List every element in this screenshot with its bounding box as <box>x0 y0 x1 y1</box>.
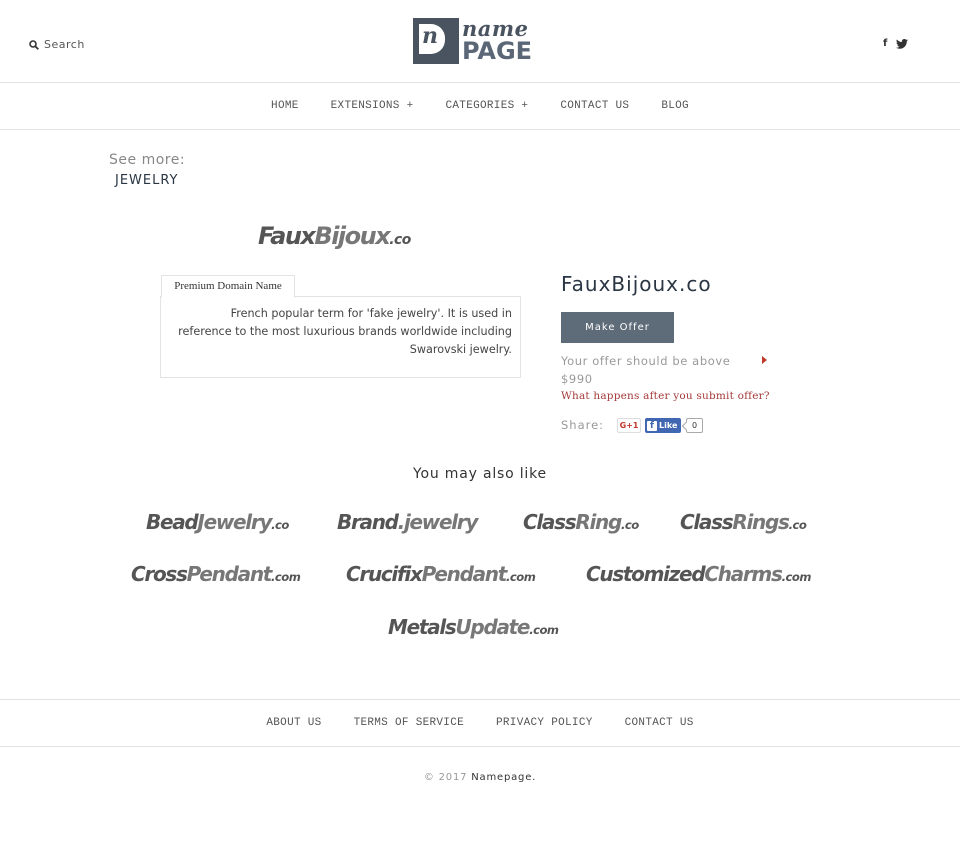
related-domain-link[interactable]: CrucifixPendant.com <box>346 562 536 586</box>
offer-minimum-note: Your offer should be above $990 <box>561 354 731 386</box>
nav-blog[interactable]: BLOG <box>661 100 689 112</box>
facebook-icon[interactable]: f <box>883 38 887 49</box>
description-panel: French popular term for 'fake jewelry'. … <box>160 296 521 378</box>
logo-name-text: name <box>462 15 529 41</box>
see-more-category-link[interactable]: JEWELRY <box>115 173 179 188</box>
related-domain-link[interactable]: CrossPendant.com <box>131 562 301 586</box>
related-domain-link[interactable]: ClassRings.co <box>680 510 807 534</box>
nav-categories[interactable]: CATEGORIES + <box>445 100 528 112</box>
domain-logo: FauxBijoux.co <box>258 222 411 250</box>
see-more-label: See more: <box>109 152 186 168</box>
fb-like-label: Like <box>659 421 678 430</box>
related-domain-link[interactable]: MetalsUpdate.com <box>388 615 559 639</box>
domain-description: French popular term for 'fake jewelry'. … <box>178 307 512 356</box>
copyright: © 2017 Namepage. <box>423 772 537 783</box>
facebook-icon: f <box>647 420 657 431</box>
share-label: Share: <box>561 418 605 432</box>
social-links: f <box>883 38 909 49</box>
search-label: Search <box>44 38 85 51</box>
nav-extensions[interactable]: EXTENSIONS + <box>331 100 414 112</box>
related-domain-link[interactable]: BeadJewelry.co <box>146 510 289 534</box>
site-header: Search n name PAGE f <box>0 0 960 83</box>
main-nav: HOME EXTENSIONS + CATEGORIES + CONTACT U… <box>0 83 960 130</box>
nav-contact-us[interactable]: CONTACT US <box>560 100 629 112</box>
related-domain-link[interactable]: Brand.jewelry <box>337 510 478 534</box>
logo-mark: n <box>413 18 459 64</box>
related-domain-link[interactable]: CustomizedCharms.com <box>586 562 811 586</box>
footer-about-us[interactable]: ABOUT US <box>266 717 321 729</box>
nav-home[interactable]: HOME <box>271 100 299 112</box>
twitter-icon[interactable] <box>896 38 909 49</box>
logo-page-text: PAGE <box>462 36 533 65</box>
footer-contact-us[interactable]: CONTACT US <box>625 717 694 729</box>
facebook-like-button[interactable]: f Like <box>645 418 681 433</box>
search-icon <box>29 39 39 50</box>
search-button[interactable]: Search <box>29 38 85 51</box>
brand-link[interactable]: Namepage. <box>471 772 536 783</box>
tab-premium-domain-name[interactable]: Premium Domain Name <box>161 275 295 298</box>
also-like-heading: You may also like <box>413 466 547 482</box>
footer-privacy-policy[interactable]: PRIVACY POLICY <box>496 717 593 729</box>
caret-right-icon[interactable] <box>762 356 767 364</box>
google-plus-button[interactable]: G+1 <box>617 418 641 433</box>
fb-like-count: 0 <box>686 418 703 433</box>
make-offer-button[interactable]: Make Offer <box>561 312 674 343</box>
footer-terms-of-service[interactable]: TERMS OF SERVICE <box>354 717 464 729</box>
site-logo[interactable]: n name PAGE <box>413 18 549 64</box>
domain-title: FauxBijoux.co <box>561 272 712 296</box>
related-domain-link[interactable]: ClassRing.co <box>523 510 639 534</box>
what-happens-link[interactable]: What happens after you submit offer? <box>561 390 770 402</box>
footer-nav: ABOUT US TERMS OF SERVICE PRIVACY POLICY… <box>0 699 960 747</box>
